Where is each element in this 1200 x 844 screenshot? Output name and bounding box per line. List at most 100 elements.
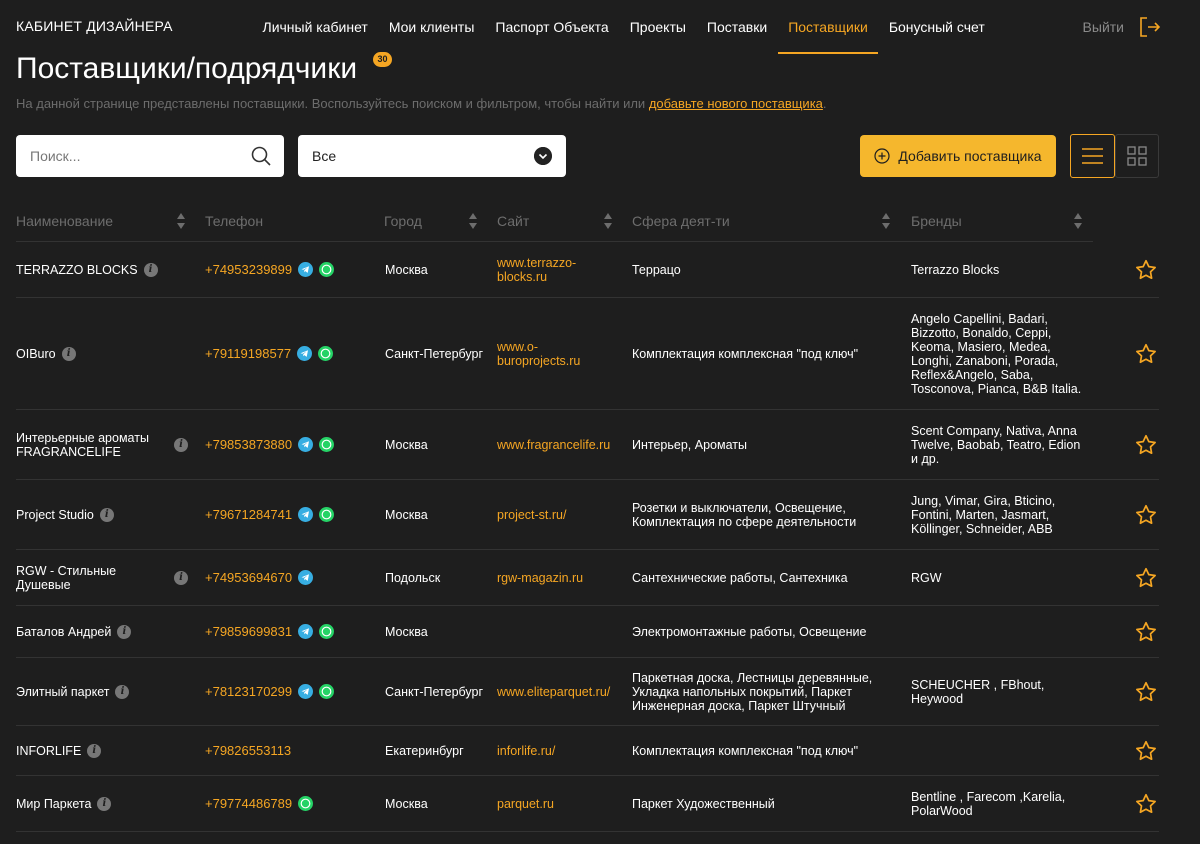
whatsapp-icon[interactable] bbox=[319, 624, 335, 639]
favorite-button[interactable] bbox=[1133, 776, 1159, 831]
site-link[interactable]: parquet.ru bbox=[497, 776, 617, 831]
phone-link[interactable]: +79853873880 bbox=[205, 437, 292, 452]
table-row[interactable]: Баталов Андрей i +79859699831 Москва Электро… bbox=[16, 606, 1159, 658]
nav-item-personal[interactable]: Личный кабинет bbox=[252, 0, 378, 54]
table-row[interactable]: TERRAZZO BLOCKS i +74953239899 Москва www.te… bbox=[16, 242, 1159, 298]
filter-select[interactable]: Все bbox=[298, 135, 566, 177]
brands-cell: RGW bbox=[911, 570, 942, 585]
page-subtitle: На данной странице представлены поставщи… bbox=[16, 96, 827, 111]
table-row[interactable]: Интерьерные ароматы FRAGRANCELIFE i +79853… bbox=[16, 410, 1159, 480]
nav-item-deliveries[interactable]: Поставки bbox=[696, 0, 777, 54]
telegram-icon[interactable] bbox=[298, 570, 314, 585]
site-link[interactable]: rgw-magazin.ru bbox=[497, 550, 617, 605]
city-cell: Санкт-Петербург bbox=[385, 346, 484, 361]
telegram-icon[interactable] bbox=[298, 624, 314, 639]
site-link[interactable]: inforlife.ru/ bbox=[497, 726, 617, 775]
logout-button[interactable]: Выйти bbox=[1083, 0, 1162, 54]
whatsapp-icon[interactable] bbox=[298, 796, 314, 811]
info-icon[interactable]: i bbox=[99, 507, 114, 522]
info-icon[interactable]: i bbox=[115, 684, 130, 699]
sort-icon[interactable] bbox=[176, 211, 186, 231]
sort-icon[interactable] bbox=[881, 211, 891, 231]
info-icon[interactable]: i bbox=[61, 346, 76, 361]
supplier-name[interactable]: Мир Паркета bbox=[16, 797, 91, 811]
search-input[interactable] bbox=[16, 135, 246, 177]
phone-cell: +79671284741 bbox=[205, 480, 380, 549]
info-icon[interactable]: i bbox=[174, 437, 188, 452]
favorite-button[interactable] bbox=[1133, 480, 1159, 549]
supplier-name[interactable]: RGW - Стильные Душевые bbox=[16, 564, 166, 592]
phone-link[interactable]: +79671284741 bbox=[205, 507, 292, 522]
sphere-cell: Террацо bbox=[632, 262, 681, 277]
whatsapp-icon[interactable] bbox=[319, 262, 335, 277]
site-link[interactable]: www.fragrancelife.ru bbox=[497, 410, 617, 479]
table-row[interactable]: Мир Паркета i +79774486789 Москва parquet.ru… bbox=[16, 776, 1159, 832]
site-link[interactable]: www.terrazzo-blocks.ru bbox=[497, 242, 617, 297]
top-navigation-bar: КАБИНЕТ ДИЗАЙНЕРА Личный кабинет Мои кли… bbox=[0, 0, 1200, 54]
phone-link[interactable]: +79119198577 bbox=[205, 346, 291, 361]
star-icon bbox=[1136, 504, 1156, 524]
subtitle-end: . bbox=[822, 96, 827, 111]
favorite-button[interactable] bbox=[1133, 298, 1159, 409]
site-link[interactable] bbox=[497, 606, 617, 657]
info-icon[interactable]: i bbox=[174, 570, 188, 585]
favorite-button[interactable] bbox=[1133, 726, 1159, 775]
telegram-icon[interactable] bbox=[298, 684, 314, 699]
info-icon[interactable]: i bbox=[87, 743, 102, 758]
favorite-button[interactable] bbox=[1133, 242, 1159, 297]
telegram-icon[interactable] bbox=[298, 507, 314, 522]
phone-link[interactable]: +79774486789 bbox=[205, 796, 292, 811]
phone-link[interactable]: +79826553113 bbox=[205, 743, 291, 758]
phone-link[interactable]: +74953694670 bbox=[205, 570, 292, 585]
table-row[interactable]: OIBuro i +79119198577 Санкт-Петербург www.o-… bbox=[16, 298, 1159, 410]
whatsapp-icon[interactable] bbox=[319, 437, 335, 452]
star-icon bbox=[1136, 343, 1156, 363]
telegram-icon[interactable] bbox=[297, 346, 313, 361]
add-supplier-button[interactable]: Добавить поставщика bbox=[860, 135, 1056, 177]
table-row[interactable]: INFORLIFE i +79826553113 Екатеринбург inforl… bbox=[16, 726, 1159, 776]
telegram-icon[interactable] bbox=[298, 262, 314, 277]
phone-cell: +74953239899 bbox=[205, 242, 380, 297]
whatsapp-icon[interactable] bbox=[318, 346, 334, 361]
info-icon[interactable]: i bbox=[117, 624, 132, 639]
info-icon[interactable]: i bbox=[97, 796, 112, 811]
site-link[interactable]: www.eliteparquet.ru/ bbox=[497, 658, 617, 725]
add-supplier-link[interactable]: добавьте нового поставщика bbox=[649, 96, 823, 111]
phone-link[interactable]: +74953239899 bbox=[205, 262, 292, 277]
favorite-button[interactable] bbox=[1133, 658, 1159, 725]
whatsapp-icon[interactable] bbox=[319, 507, 335, 522]
sort-icon[interactable] bbox=[468, 211, 478, 231]
supplier-name[interactable]: Интерьерные ароматы FRAGRANCELIFE bbox=[16, 431, 166, 459]
table-row[interactable]: Project Studio i +79671284741 Москва project… bbox=[16, 480, 1159, 550]
nav-item-projects[interactable]: Проекты bbox=[619, 0, 696, 54]
telegram-icon[interactable] bbox=[298, 437, 314, 452]
site-link[interactable]: project-st.ru/ bbox=[497, 480, 617, 549]
nav-item-suppliers[interactable]: Поставщики bbox=[777, 0, 879, 54]
favorite-button[interactable] bbox=[1133, 606, 1159, 657]
favorite-button[interactable] bbox=[1133, 410, 1159, 479]
table-row[interactable]: Элитный паркет i +78123170299 Санкт-Петербу… bbox=[16, 658, 1159, 726]
supplier-name[interactable]: TERRAZZO BLOCKS bbox=[16, 263, 138, 277]
sort-icon[interactable] bbox=[603, 211, 613, 231]
search-icon[interactable] bbox=[250, 145, 272, 167]
nav-item-bonus[interactable]: Бонусный счет bbox=[878, 0, 995, 54]
sort-icon[interactable] bbox=[1073, 211, 1083, 231]
supplier-name[interactable]: Project Studio bbox=[16, 508, 94, 522]
supplier-name-cell: INFORLIFE i bbox=[16, 726, 194, 775]
info-icon[interactable]: i bbox=[143, 262, 158, 277]
phone-link[interactable]: +78123170299 bbox=[205, 684, 292, 699]
nav-item-object-passport[interactable]: Паспорт Объекта bbox=[485, 0, 619, 54]
supplier-name[interactable]: Баталов Андрей bbox=[16, 625, 111, 639]
site-link[interactable]: www.o-buroprojects.ru bbox=[497, 298, 617, 409]
supplier-name[interactable]: OIBuro bbox=[16, 347, 56, 361]
column-header-phone: Телефон bbox=[205, 213, 264, 229]
nav-item-clients[interactable]: Мои клиенты bbox=[378, 0, 485, 54]
table-row[interactable]: RGW - Стильные Душевые i +74953694670 Подол… bbox=[16, 550, 1159, 606]
supplier-name[interactable]: INFORLIFE bbox=[16, 744, 81, 758]
grid-view-toggle[interactable] bbox=[1115, 134, 1159, 178]
favorite-button[interactable] bbox=[1133, 550, 1159, 605]
whatsapp-icon[interactable] bbox=[319, 684, 335, 699]
phone-link[interactable]: +79859699831 bbox=[205, 624, 292, 639]
list-view-toggle[interactable] bbox=[1070, 134, 1115, 178]
supplier-name[interactable]: Элитный паркет bbox=[16, 685, 109, 699]
